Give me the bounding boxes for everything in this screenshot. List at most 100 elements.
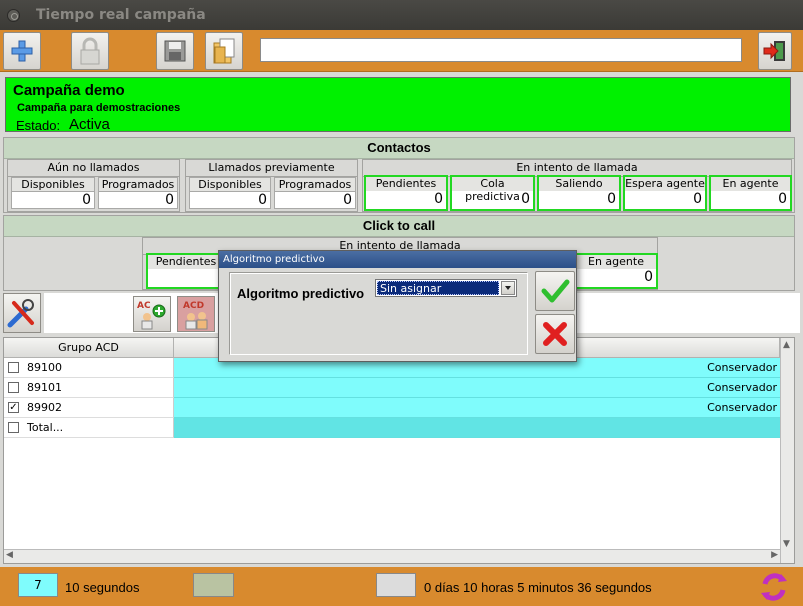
called-group: Llamados previamente Disponibles 0 Progr… — [185, 159, 358, 212]
dialing-label: Saliendo — [539, 177, 619, 191]
chevron-down-icon[interactable] — [501, 281, 515, 295]
called-available-label: Disponibles — [189, 177, 271, 191]
click-to-call-title: Click to call — [4, 216, 794, 237]
svg-text:AC: AC — [137, 301, 151, 311]
refresh-button[interactable] — [755, 569, 793, 605]
elapsed-time: 0 días 10 horas 5 minutos 36 segundos — [424, 580, 652, 595]
algorithm-cell[interactable]: Conservador — [174, 398, 780, 418]
pending-label: Pendientes — [366, 177, 446, 191]
queue-label: Cola predictiva — [452, 177, 533, 203]
floppy-icon — [164, 40, 186, 62]
table-row[interactable]: ✓ 89902 Conservador — [4, 398, 780, 418]
open-button[interactable] — [205, 32, 243, 70]
search-input[interactable] — [260, 38, 742, 62]
window-title: Tiempo real campaña — [36, 7, 206, 23]
checkmark-icon — [541, 279, 570, 303]
col-header-acd-group[interactable]: Grupo ACD — [4, 338, 174, 358]
row-checkbox[interactable] — [8, 382, 19, 393]
horizontal-scrollbar[interactable]: ◀ ▶ — [4, 549, 780, 563]
dialog-title: Algoritmo predictivo — [219, 251, 576, 268]
cancel-button[interactable] — [535, 314, 575, 354]
add-acd-button[interactable]: AC — [133, 296, 171, 332]
ctc-pending-value — [148, 269, 224, 287]
campaign-state: Activa — [69, 116, 110, 133]
row-checkbox[interactable] — [8, 362, 19, 373]
toolbar — [0, 30, 803, 72]
not-called-available: Disponibles 0 — [11, 177, 95, 209]
remove-acd-button[interactable]: ACD — [177, 296, 215, 332]
not-called-available-label: Disponibles — [11, 177, 95, 191]
save-button[interactable] — [156, 32, 194, 70]
table-row-total[interactable]: Total... — [4, 418, 780, 438]
accept-button[interactable] — [535, 271, 575, 311]
exit-door-icon — [763, 41, 785, 61]
vertical-scrollbar[interactable]: ▲ ▼ — [780, 338, 794, 563]
scroll-left-icon[interactable]: ◀ — [6, 550, 13, 560]
agent-value: 0 — [711, 191, 790, 209]
refresh-icon — [761, 573, 787, 601]
tools-icon — [7, 299, 34, 328]
svg-text:ACD: ACD — [183, 301, 204, 311]
ctc-agent: En agente 0 — [574, 253, 658, 289]
predictive-algorithm-dialog: Algoritmo predictivo Algoritmo predictiv… — [218, 250, 577, 362]
called-available-value: 0 — [189, 191, 271, 209]
not-called-scheduled: Programados 0 — [98, 177, 178, 209]
title-bar: Tiempo real campaña — [0, 0, 803, 30]
status-bar: 7 10 segundos 0 días 10 horas 5 minutos … — [0, 567, 803, 606]
campaign-description: Campaña para demostraciones — [17, 102, 181, 114]
algorithm-cell[interactable]: Conservador — [174, 378, 780, 398]
wait-label: Espera agente — [625, 177, 705, 191]
row-checkbox[interactable] — [8, 422, 19, 433]
pending-value: 0 — [366, 191, 446, 209]
exit-button[interactable] — [758, 32, 792, 70]
called-scheduled-label: Programados — [274, 177, 356, 191]
lock-icon — [80, 37, 100, 65]
acd-group-icon: ACD — [183, 301, 208, 330]
campaign-panel: Campaña demo Campaña para demostraciones… — [5, 77, 791, 133]
acd-group-name: 89101 — [27, 381, 62, 394]
lock-button[interactable] — [71, 32, 109, 70]
algorithm-select[interactable]: Sin asignar — [375, 279, 517, 297]
plus-icon — [11, 40, 33, 62]
in-progress-group: En intento de llamada Pendientes 0 Cola … — [362, 159, 792, 212]
in-progress-pending: Pendientes 0 — [364, 175, 448, 211]
refresh-interval-label: 10 segundos — [65, 580, 140, 595]
ctc-agent-label: En agente — [576, 255, 656, 269]
not-called-scheduled-value: 0 — [98, 191, 178, 209]
not-called-group: Aún no llamados Disponibles 0 Programado… — [7, 159, 180, 212]
row-checkbox[interactable]: ✓ — [8, 402, 19, 413]
algorithm-cell[interactable] — [174, 418, 780, 438]
folder-document-icon — [213, 38, 235, 64]
status-indicator-2 — [376, 573, 416, 597]
called-scheduled: Programados 0 — [274, 177, 356, 209]
ctc-agent-value: 0 — [576, 269, 656, 287]
algorithm-selected-value: Sin asignar — [377, 281, 499, 295]
contacts-section: Contactos Aún no llamados Disponibles 0 … — [3, 137, 795, 213]
acd-group-name: Total... — [27, 421, 64, 434]
ctc-pending: Pendientes — [146, 253, 226, 289]
not-called-available-value: 0 — [11, 191, 95, 209]
acd-group-name: 89902 — [27, 401, 62, 414]
called-available: Disponibles 0 — [189, 177, 271, 209]
in-progress-wait: Espera agente 0 — [623, 175, 707, 211]
close-icon — [543, 322, 567, 346]
contacts-title: Contactos — [4, 138, 794, 159]
campaign-name: Campaña demo — [13, 82, 125, 99]
called-scheduled-value: 0 — [274, 191, 356, 209]
dialing-value: 0 — [539, 191, 619, 209]
in-progress-queue: Cola predictiva 0 — [450, 175, 535, 211]
not-called-title: Aún no llamados — [8, 159, 179, 177]
acd-group-name: 89100 — [27, 361, 62, 374]
refresh-interval-field[interactable]: 7 — [18, 573, 58, 597]
table-row[interactable]: 89101 Conservador — [4, 378, 780, 398]
status-indicator — [193, 573, 234, 597]
scroll-right-icon[interactable]: ▶ — [771, 550, 778, 560]
campaign-state-label: Estado: — [16, 118, 61, 133]
tools-button[interactable] — [3, 293, 41, 333]
scroll-down-icon[interactable]: ▼ — [783, 539, 790, 549]
not-called-scheduled-label: Programados — [98, 177, 178, 191]
scroll-up-icon[interactable]: ▲ — [783, 340, 790, 350]
add-button[interactable] — [3, 32, 41, 70]
close-window-button[interactable] — [7, 9, 20, 22]
wait-value: 0 — [625, 191, 705, 209]
